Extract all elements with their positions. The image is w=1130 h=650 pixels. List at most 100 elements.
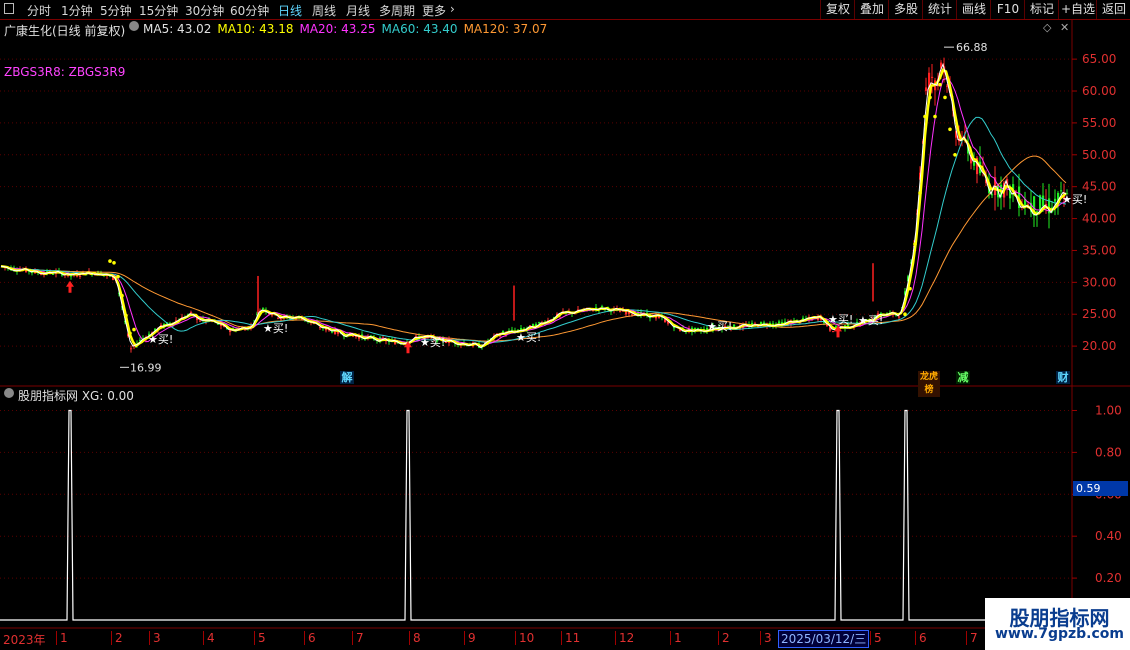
x-axis-month: 3: [760, 631, 772, 645]
candle-body: [331, 331, 334, 333]
candle-body: [415, 335, 418, 337]
buy-signal-label: ★买!: [516, 331, 541, 344]
candle-body: [130, 348, 133, 350]
candle-body: [277, 317, 280, 319]
signal-dot: [948, 127, 952, 132]
signal-dot: [128, 331, 132, 336]
ma20-line: [0, 78, 1067, 346]
stock-chart[interactable]: 65.00 60.00 55.00 50.00 45.00 40.00 35.00 30.00…: [0, 0, 1130, 650]
buy-signal-label: ★买!: [858, 314, 883, 327]
signal-dot: [923, 114, 927, 119]
candle-body: [529, 325, 532, 327]
candle-body: [1054, 198, 1057, 202]
x-axis-month: 9: [464, 631, 476, 645]
price-tick-label: 25.00: [1082, 307, 1116, 321]
candle-body: [697, 328, 700, 330]
x-axis-month: 2: [718, 631, 730, 645]
candle-body: [199, 320, 202, 322]
candle-body: [631, 314, 634, 316]
ma60-line: [0, 116, 1067, 344]
x-axis-month: 7: [352, 631, 364, 645]
price-tick-label: 50.00: [1082, 148, 1116, 162]
chevron-down-icon[interactable]: [4, 388, 14, 398]
signal-dot: [120, 293, 124, 298]
x-axis-month: 6: [304, 631, 316, 645]
candle-body: [445, 342, 448, 344]
indicator-tick-label: 0.40: [1095, 529, 1122, 543]
x-axis-month: 1: [670, 631, 682, 645]
x-axis-month: 7: [966, 631, 978, 645]
candle-body: [40, 274, 43, 276]
lower-title: 股朋指标网 XG: 0.00: [18, 389, 134, 403]
signal-dot: [124, 313, 128, 318]
signal-dot: [116, 274, 120, 279]
x-axis-month: 2: [111, 631, 123, 645]
buy-signal-label: ★买!: [1062, 193, 1087, 206]
price-tick-label: 30.00: [1082, 275, 1116, 289]
candle-body: [898, 316, 901, 318]
event-badge-2[interactable]: 减: [956, 371, 970, 384]
candle-body: [625, 311, 628, 315]
price-tick-label: 35.00: [1082, 243, 1116, 257]
buy-signal-label: ★买!: [263, 322, 288, 335]
x-axis-month: 1: [56, 631, 68, 645]
candle-body: [538, 322, 541, 324]
signal-dot: [903, 312, 907, 317]
x-axis-month: 11: [561, 631, 580, 645]
x-axis-month: 6: [915, 631, 927, 645]
ma-lines: [0, 62, 1067, 349]
candlestick-series: [1, 57, 1069, 353]
low-price-label: 16.99: [130, 361, 162, 374]
signal-dot: [112, 260, 116, 265]
signal-dot: [933, 114, 937, 119]
x-axis-month: 4: [203, 631, 215, 645]
candle-body: [262, 308, 265, 310]
candle-body: [778, 321, 781, 324]
buy-signal-label: ★买!: [707, 320, 732, 333]
buy-signal-label: ★买!: [828, 313, 853, 326]
x-axis-month: 5: [254, 631, 266, 645]
candle-body: [271, 314, 274, 316]
candle-body: [280, 318, 283, 320]
buy-signal-label: ★买!: [420, 336, 445, 349]
signal-dots: [108, 82, 957, 336]
xg-indicator-spikes: [0, 409, 1072, 621]
indicator-tick-label: 0.20: [1095, 571, 1122, 585]
ma10-line: [0, 68, 1067, 348]
ma5-line: [0, 62, 1067, 349]
candle-body: [832, 331, 835, 333]
signal-dot: [132, 327, 136, 332]
current-value-tag: 0.59: [1073, 481, 1128, 496]
signal-dot: [953, 152, 957, 157]
price-tick-label: 65.00: [1082, 52, 1116, 66]
signal-dot: [928, 95, 932, 100]
event-badge-3[interactable]: 财: [1056, 371, 1070, 384]
signal-dot: [938, 82, 942, 87]
candle-body: [229, 330, 232, 332]
x-axis-month: 8: [409, 631, 421, 645]
indicator-tick-label: 0.80: [1095, 445, 1122, 459]
candle-body: [925, 87, 928, 91]
x-axis-month: 10: [515, 631, 534, 645]
event-badge-1[interactable]: 龙虎榜: [918, 371, 940, 397]
price-tick-label: 45.00: [1082, 180, 1116, 194]
price-tick-label: 40.00: [1082, 212, 1116, 226]
candle-body: [190, 311, 193, 313]
x-axis-month: 5: [870, 631, 882, 645]
candle-body: [1042, 195, 1045, 207]
event-badge-0[interactable]: 解: [340, 371, 354, 384]
x-axis-month: 3: [149, 631, 161, 645]
price-tick-label: 20.00: [1082, 339, 1116, 353]
watermark-url: www.7gpzb.com: [994, 626, 1124, 642]
price-tick-label: 55.00: [1082, 116, 1116, 130]
price-tick-label: 60.00: [1082, 84, 1116, 98]
signal-dot: [918, 191, 922, 195]
signal-dot: [943, 95, 947, 100]
high-price-label: 66.88: [956, 41, 988, 54]
buy-signal-label: ★买!: [148, 333, 173, 346]
candle-body: [619, 310, 622, 313]
xg-line: [0, 409, 1072, 621]
x-axis-year: 2023年: [3, 633, 46, 647]
candle-body: [52, 273, 55, 275]
x-axis-month: 12: [615, 631, 634, 645]
